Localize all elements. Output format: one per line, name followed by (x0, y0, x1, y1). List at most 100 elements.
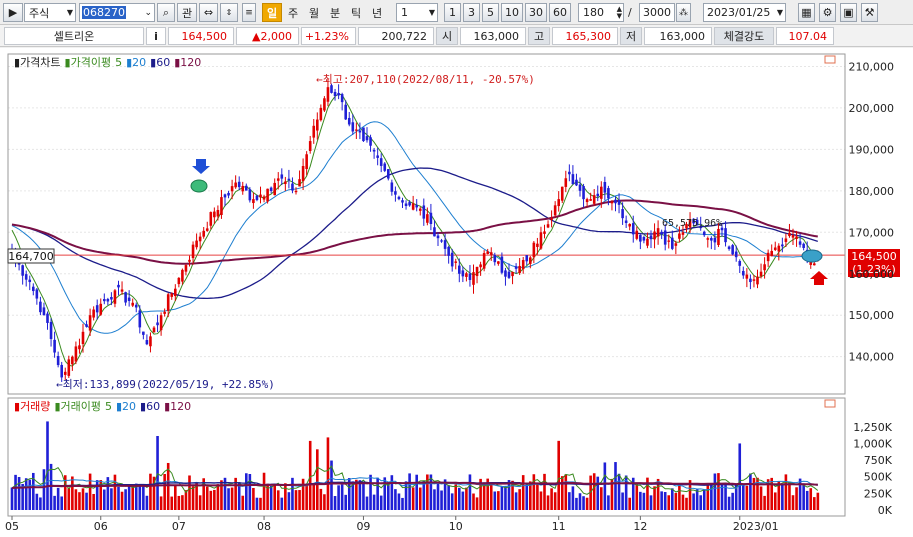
volume-bar (497, 491, 500, 510)
maximize-icon[interactable] (824, 399, 836, 408)
reset-icon[interactable]: ⁂ (676, 3, 691, 22)
candle-body (142, 331, 145, 335)
volume-bar (131, 485, 134, 510)
y-tick-label: 190,000 (849, 143, 895, 156)
n-button-10[interactable]: 10 (501, 3, 523, 22)
y-tick-label: 180,000 (849, 185, 895, 198)
candle-body (74, 346, 78, 362)
candle-body (788, 232, 791, 237)
candle-body (671, 237, 674, 249)
n-button-5[interactable]: 5 (482, 3, 499, 22)
volume-tick-label: 750K (864, 454, 893, 467)
candle-body (330, 85, 333, 93)
tools-icon[interactable]: ⚒ (861, 3, 878, 22)
candle-body (418, 208, 422, 211)
count-stepper[interactable]: 180 ▲ ▼ (578, 3, 624, 22)
volume-bar (585, 497, 589, 510)
info-button[interactable]: i (146, 27, 166, 45)
candle-body (174, 288, 177, 297)
candle-body (564, 178, 568, 187)
candle-body (24, 274, 28, 280)
volume-bar (42, 469, 46, 510)
candle-body (759, 271, 763, 277)
candle-body (710, 238, 713, 241)
candle-body (205, 228, 209, 231)
candle-body (617, 200, 621, 205)
volume-bar (674, 493, 678, 510)
candle-body (585, 199, 589, 203)
candle-body (447, 246, 450, 256)
sync-icon[interactable]: ⇔ (199, 3, 218, 22)
stepper-icon[interactable]: ⇕ (220, 3, 238, 22)
strength-value: 107.04 (776, 27, 834, 45)
candle-body (355, 129, 358, 131)
candle-body (731, 245, 734, 255)
period-month-tab[interactable]: 월 (305, 3, 323, 22)
panel-toggle-icon[interactable]: ▶ (3, 3, 23, 22)
stock-chart[interactable]: ▮가격차트 ▮가격이평 5 ▮20 ▮60 ▮120 ▮거래량 ▮거래이평 5 ▮20 ▮60 ▮1… (0, 48, 913, 537)
volume-ma-5: 5 (105, 400, 112, 413)
candle-body (323, 98, 326, 111)
market-select[interactable]: 주식 ▼ (24, 3, 76, 22)
n-button-1[interactable]: 1 (444, 3, 461, 22)
save-icon[interactable]: ▣ (840, 3, 857, 22)
candle-body (411, 203, 415, 210)
date-picker[interactable]: 2023/01/25 ▼ (703, 3, 786, 22)
candle-body (479, 264, 482, 268)
candle-body (316, 119, 319, 131)
watch-button[interactable]: 관 (177, 3, 197, 22)
period-year-tab[interactable]: 년 (368, 3, 386, 22)
volume-bar (387, 482, 390, 510)
volume-bar (110, 488, 113, 510)
volume-bar (539, 491, 543, 510)
volume-bar (422, 480, 426, 510)
n-button-60[interactable]: 60 (549, 3, 571, 22)
volume-bar (660, 491, 663, 510)
period-day-tab[interactable]: 일 (262, 3, 282, 22)
maximize-icon[interactable] (824, 55, 836, 64)
candle-body (486, 251, 489, 254)
candle-body (756, 276, 759, 285)
candle-body (539, 232, 543, 249)
search-icon[interactable]: ⌕ (157, 3, 175, 22)
volume-bar (305, 483, 308, 510)
current-price: 164,500 (168, 27, 234, 45)
candle-body (717, 228, 720, 245)
list-icon[interactable]: ≡ (242, 3, 256, 22)
volume-bar (227, 488, 230, 510)
chevron-down-icon: ▼ (428, 8, 435, 17)
volume-bar (113, 474, 117, 510)
n-button-30[interactable]: 30 (525, 3, 547, 22)
n-button-3[interactable]: 3 (463, 3, 480, 22)
candle-body (724, 228, 727, 243)
candle-body (433, 227, 436, 237)
candle-body (497, 261, 500, 264)
multiplier-select[interactable]: 1 ▼ (396, 3, 438, 22)
candle-body (56, 356, 60, 366)
x-tick-label: 12 (633, 520, 647, 533)
candle-body (458, 265, 461, 274)
low-label: 저 (620, 27, 642, 45)
volume-bar (717, 473, 720, 510)
period-tick-tab[interactable]: 틱 (347, 3, 365, 22)
total-input[interactable]: 3000 (639, 3, 675, 22)
code-input[interactable]: 068270 ⌄ (79, 3, 155, 22)
volume-bar (731, 492, 734, 510)
candle-body (578, 184, 582, 191)
period-week-tab[interactable]: 주 (284, 3, 302, 22)
gear-icon[interactable]: ⚙ (819, 3, 836, 22)
volume-bar (532, 474, 536, 510)
layout-icon[interactable]: ▦ (798, 3, 815, 22)
period-minute-tab[interactable]: 분 (326, 3, 344, 22)
code-input-value: 068270 (82, 6, 126, 19)
x-tick-label: 05 (5, 520, 19, 533)
volume-bar (763, 495, 766, 510)
volume-bar (213, 489, 216, 510)
price-ma-title: 가격이평 (71, 56, 111, 69)
volume-bar (458, 487, 461, 510)
candle-body (383, 163, 387, 171)
candle-body (742, 270, 745, 276)
left-price-label: 164,700 (8, 250, 54, 263)
candle-body (120, 289, 124, 292)
volume-bar (781, 483, 784, 510)
